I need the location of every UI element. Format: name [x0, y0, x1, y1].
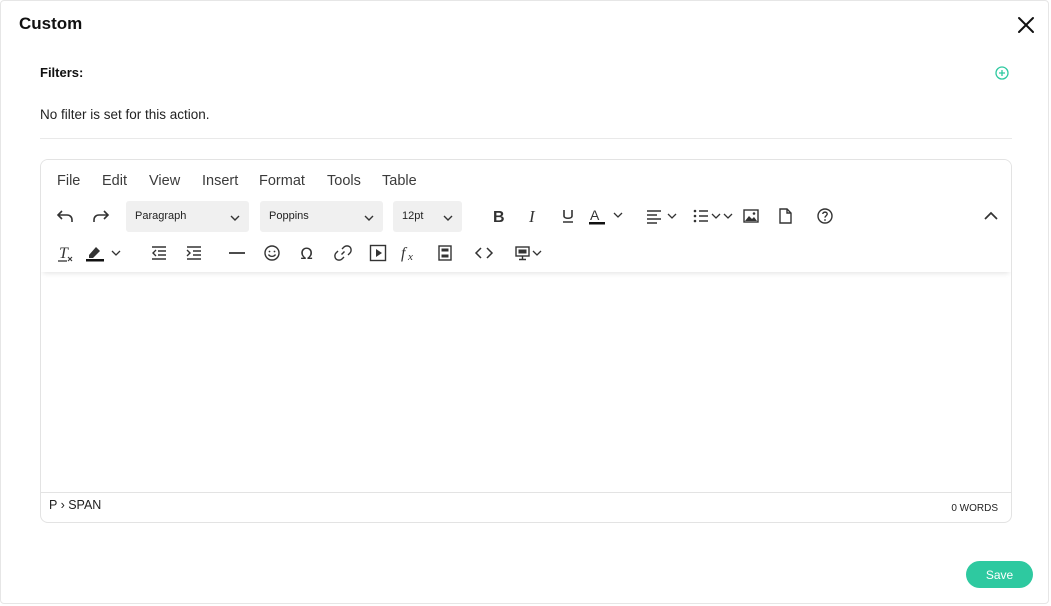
font-family-select[interactable]: Poppins — [260, 201, 383, 232]
menu-format[interactable]: Format — [259, 173, 305, 189]
svg-text:A: A — [590, 207, 600, 223]
font-size-value: 12pt — [402, 210, 424, 222]
menu-table[interactable]: Table — [382, 173, 417, 189]
bold-icon[interactable]: B — [485, 203, 511, 229]
formula-icon[interactable]: fx — [396, 240, 422, 266]
menu-edit[interactable]: Edit — [102, 173, 127, 189]
block-format-value: Paragraph — [135, 210, 187, 222]
link-icon[interactable] — [330, 240, 356, 266]
clear-format-icon[interactable]: T — [52, 240, 78, 266]
preview-icon[interactable] — [513, 240, 547, 266]
highlight-icon[interactable] — [83, 240, 125, 266]
redo-icon[interactable] — [88, 203, 114, 229]
divider — [40, 138, 1012, 139]
text-color-icon[interactable]: A — [585, 203, 625, 229]
editor-statusbar: P › SPAN 0 WORDS — [41, 492, 1011, 522]
block-format-select[interactable]: Paragraph — [126, 201, 249, 232]
chevron-down-icon — [442, 211, 454, 229]
add-filter-icon[interactable] — [994, 65, 1010, 81]
menu-file[interactable]: File — [57, 173, 80, 189]
font-family-value: Poppins — [269, 210, 309, 222]
document-icon[interactable] — [772, 203, 798, 229]
media-icon[interactable] — [365, 240, 391, 266]
dialog-title: Custom — [19, 14, 83, 33]
svg-text:Ω: Ω — [301, 244, 313, 263]
indent-icon[interactable] — [181, 240, 207, 266]
editor-toolbar: File Edit View Insert Format Tools Table… — [41, 160, 1011, 272]
filters-label: Filters: — [40, 65, 84, 80]
special-character-icon[interactable]: Ω — [295, 240, 321, 266]
menu-view[interactable]: View — [149, 173, 180, 189]
bullet-list-icon[interactable] — [691, 203, 737, 229]
element-path[interactable]: P › SPAN — [49, 498, 101, 512]
underline-icon[interactable] — [555, 203, 581, 229]
template-icon[interactable] — [432, 240, 458, 266]
help-icon[interactable] — [812, 203, 838, 229]
svg-text:x: x — [407, 251, 413, 263]
align-icon[interactable] — [643, 203, 681, 229]
source-code-icon[interactable] — [471, 240, 497, 266]
editor-content-area[interactable] — [41, 272, 1011, 492]
svg-text:B: B — [493, 209, 505, 226]
image-icon[interactable] — [738, 203, 764, 229]
chevron-down-icon — [229, 211, 241, 229]
emoji-icon[interactable] — [259, 240, 285, 266]
undo-icon[interactable] — [52, 203, 78, 229]
horizontal-rule-icon[interactable] — [224, 240, 250, 266]
collapse-toolbar-icon[interactable] — [978, 203, 1004, 229]
font-size-select[interactable]: 12pt — [393, 201, 462, 232]
chevron-down-icon — [363, 211, 375, 229]
outdent-icon[interactable] — [146, 240, 172, 266]
svg-text:T: T — [59, 245, 69, 262]
menu-insert[interactable]: Insert — [202, 173, 238, 189]
word-count[interactable]: 0 WORDS — [951, 503, 998, 514]
rich-text-editor: File Edit View Insert Format Tools Table… — [40, 159, 1012, 523]
custom-dialog: Custom Filters: No filter is set for thi… — [0, 0, 1049, 604]
svg-text:I: I — [528, 207, 536, 226]
close-icon[interactable] — [1014, 13, 1038, 37]
no-filter-message: No filter is set for this action. — [40, 107, 210, 122]
italic-icon[interactable]: I — [520, 203, 546, 229]
save-button[interactable]: Save — [966, 561, 1033, 588]
menu-tools[interactable]: Tools — [327, 173, 361, 189]
svg-text:f: f — [401, 245, 408, 262]
